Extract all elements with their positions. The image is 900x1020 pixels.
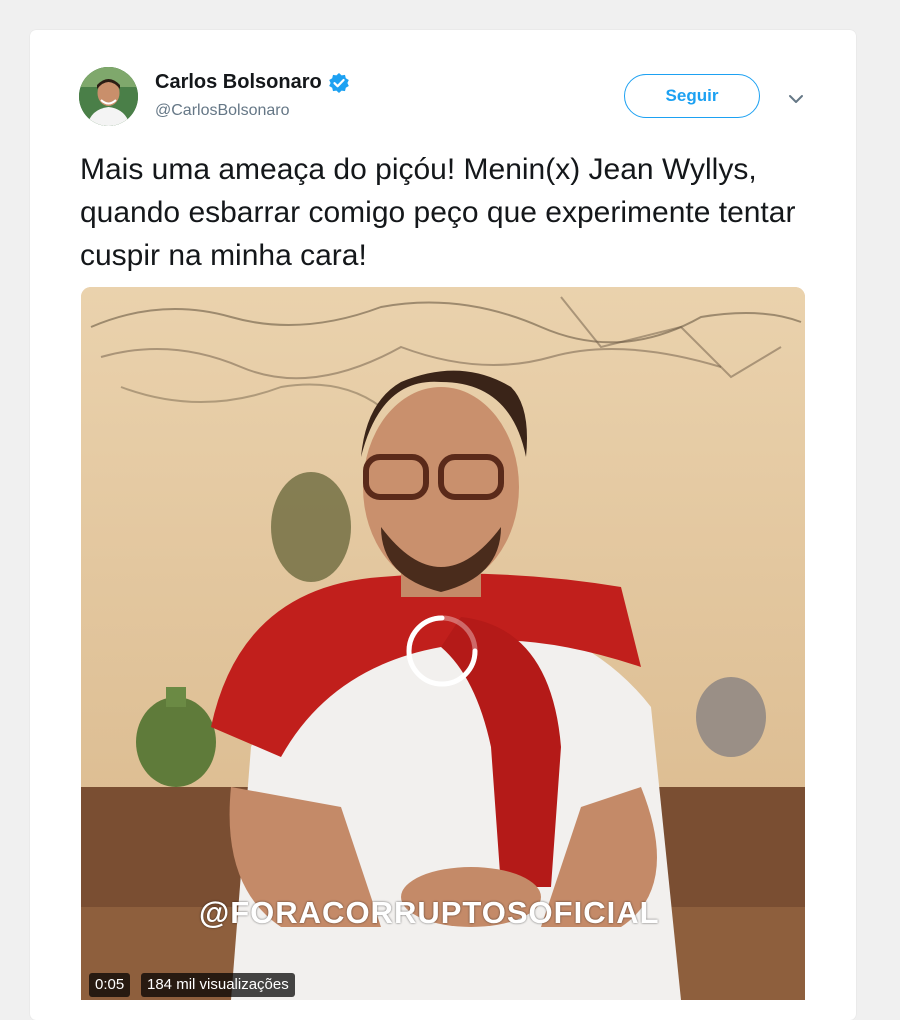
video-watermark: @FORACORRUPTOSOFICIAL xyxy=(199,895,660,930)
chevron-down-icon[interactable] xyxy=(785,88,807,110)
video-player[interactable]: @FORACORRUPTOSOFICIAL 0:05 184 mil visua… xyxy=(81,287,805,1000)
loading-spinner-icon xyxy=(403,612,481,690)
follow-button[interactable]: Seguir xyxy=(624,74,760,118)
author-name-row[interactable]: Carlos Bolsonaro xyxy=(155,71,350,94)
avatar[interactable] xyxy=(79,67,138,126)
verified-badge-icon xyxy=(328,72,350,94)
author-handle[interactable]: @CarlosBolsonaro xyxy=(155,102,290,120)
author-name[interactable]: Carlos Bolsonaro xyxy=(155,71,322,94)
video-elapsed-badge: 0:05 xyxy=(89,973,131,997)
video-views-badge: 184 mil visualizações xyxy=(141,973,295,997)
tweet-text: Mais uma ameaça do piçóu! Menin(x) Jean … xyxy=(80,153,796,272)
